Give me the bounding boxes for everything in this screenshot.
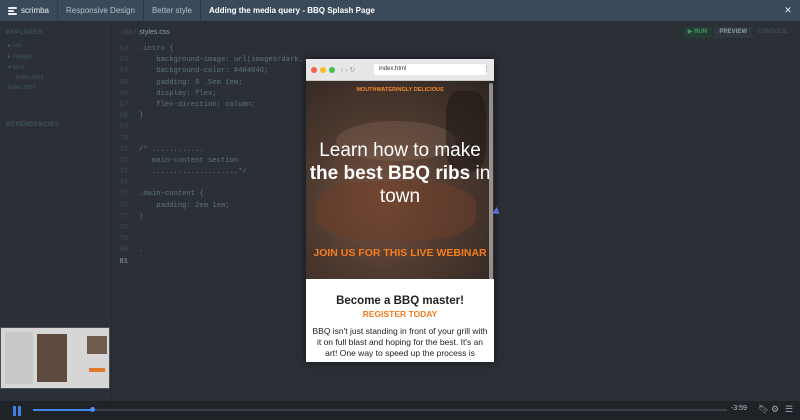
line-number: 70 <box>119 134 128 143</box>
tab-filename: styles.css <box>139 28 170 36</box>
file-index-html[interactable]: index.html <box>0 73 111 83</box>
code-text: display: flex; <box>139 89 217 98</box>
code-text: main-content section <box>139 156 239 165</box>
settings-icon[interactable]: ⚙ <box>771 404 779 415</box>
browser-toolbar: ‹ › ↻ index.html ⋮ <box>306 59 494 81</box>
line-number: 65 <box>119 78 128 87</box>
section-title: Become a BBQ master! <box>336 295 464 307</box>
register-link[interactable]: REGISTER TODAY <box>306 309 494 319</box>
line-number: 69 <box>119 123 128 132</box>
line-number: 68 <box>119 112 128 121</box>
progress-fill <box>33 409 92 411</box>
line-number: 72 <box>119 156 128 165</box>
code-text: /* ............ <box>139 145 204 154</box>
code-text: } <box>139 212 144 221</box>
line-number: 73 <box>119 168 128 177</box>
progress-track[interactable] <box>33 407 727 412</box>
line-number: 80 <box>119 246 128 255</box>
playback-bar: -3:59 🔖︎ ⚙ ☰ <box>0 401 800 420</box>
explorer-label: EXPLORER <box>6 30 44 36</box>
line-number: 76 <box>119 201 128 210</box>
folder-images[interactable]: ▸ images <box>0 51 111 62</box>
line-number: 81 <box>119 257 128 266</box>
line-number: 63 <box>119 56 128 65</box>
code-text: .intro { <box>139 45 174 53</box>
address-bar[interactable]: index.html <box>374 64 486 75</box>
console-button[interactable]: CONSOLE <box>752 27 792 38</box>
scrimba-logo-icon <box>8 6 17 15</box>
tab-path: css / <box>122 28 137 36</box>
code-text: background-color: #404040; <box>139 67 269 76</box>
time-remaining: -3:59 <box>731 405 747 412</box>
code-text: .main-content { <box>139 190 204 199</box>
line-number: 71 <box>119 145 128 154</box>
code-text: ....................*/ <box>139 168 247 177</box>
breadcrumb-lesson-title: Adding the media query - BBQ Splash Page <box>208 6 375 15</box>
close-window-icon[interactable] <box>311 66 317 73</box>
preview-scrollbar[interactable] <box>489 83 493 307</box>
menu-icon[interactable]: ☰ <box>785 404 793 415</box>
pause-icon[interactable] <box>13 405 23 416</box>
line-number: 78 <box>119 224 128 232</box>
minimize-window-icon[interactable] <box>320 66 326 73</box>
bookmark-icon[interactable]: 🔖︎ <box>758 404 769 415</box>
mini-preview-thumbnail[interactable] <box>0 327 110 389</box>
webinar-cta[interactable]: JOIN US FOR THIS LIVE WEBINAR <box>306 247 494 259</box>
line-number: 74 <box>119 179 128 188</box>
code-text: padding: 0 .5em 1em; <box>139 78 243 87</box>
line-number: 62 <box>119 45 128 53</box>
line-number: 66 <box>119 89 128 98</box>
main-content-section: Become a BBQ master! REGISTER TODAY BBQ … <box>306 279 494 362</box>
close-icon[interactable]: ✕ <box>782 4 794 16</box>
code-text: padding: 2em 1em; <box>139 201 230 210</box>
top-bar: scrimba Responsive Design Better style A… <box>0 0 800 21</box>
folder-css[interactable]: ▸ css <box>0 40 111 51</box>
code-text: flex-direction: column; <box>139 100 256 109</box>
breadcrumb-module[interactable]: Better style <box>144 0 201 21</box>
progress-handle[interactable] <box>89 407 95 412</box>
browser-menu-icon[interactable]: ⋮ <box>483 65 490 73</box>
line-number: 75 <box>119 190 128 199</box>
browser-preview-window: ‹ › ↻ index.html ⋮ MOUTHWATERINGLY DELIC… <box>306 59 494 362</box>
line-number: 67 <box>119 100 128 109</box>
file-index-html-root[interactable]: index.html <box>0 83 111 93</box>
dependencies-label: DEPENDENCIES <box>6 122 60 128</box>
scrimba-logo[interactable]: scrimba <box>0 0 59 21</box>
hero-headline: Learn how to make the best BBQ ribs in t… <box>309 140 491 207</box>
hero-section: MOUTHWATERINGLY DELICIOUS Learn how to m… <box>306 81 494 279</box>
line-number: 64 <box>119 67 128 76</box>
code-text: } <box>139 112 144 121</box>
code-line[interactable]: 62 .intro { <box>112 45 800 56</box>
hero-tagline: MOUTHWATERINGLY DELICIOUS <box>356 87 444 93</box>
logo-text: scrimba <box>21 6 50 15</box>
folder-html[interactable]: ▾ html <box>0 62 111 73</box>
code-text: . <box>139 246 144 255</box>
line-number: 77 <box>119 212 128 221</box>
navigation-icons[interactable]: ‹ › ↻ <box>341 66 355 74</box>
breadcrumb-course[interactable]: Responsive Design <box>58 0 144 21</box>
section-body: BBQ isn't just standing in front of your… <box>312 326 488 358</box>
maximize-window-icon[interactable] <box>329 66 335 73</box>
code-text: background-image: url(images/dark... <box>139 56 312 65</box>
preview-button[interactable]: PREVIEW <box>714 27 752 38</box>
line-number: 79 <box>119 235 128 244</box>
run-button[interactable]: ▶ RUN <box>682 27 712 38</box>
